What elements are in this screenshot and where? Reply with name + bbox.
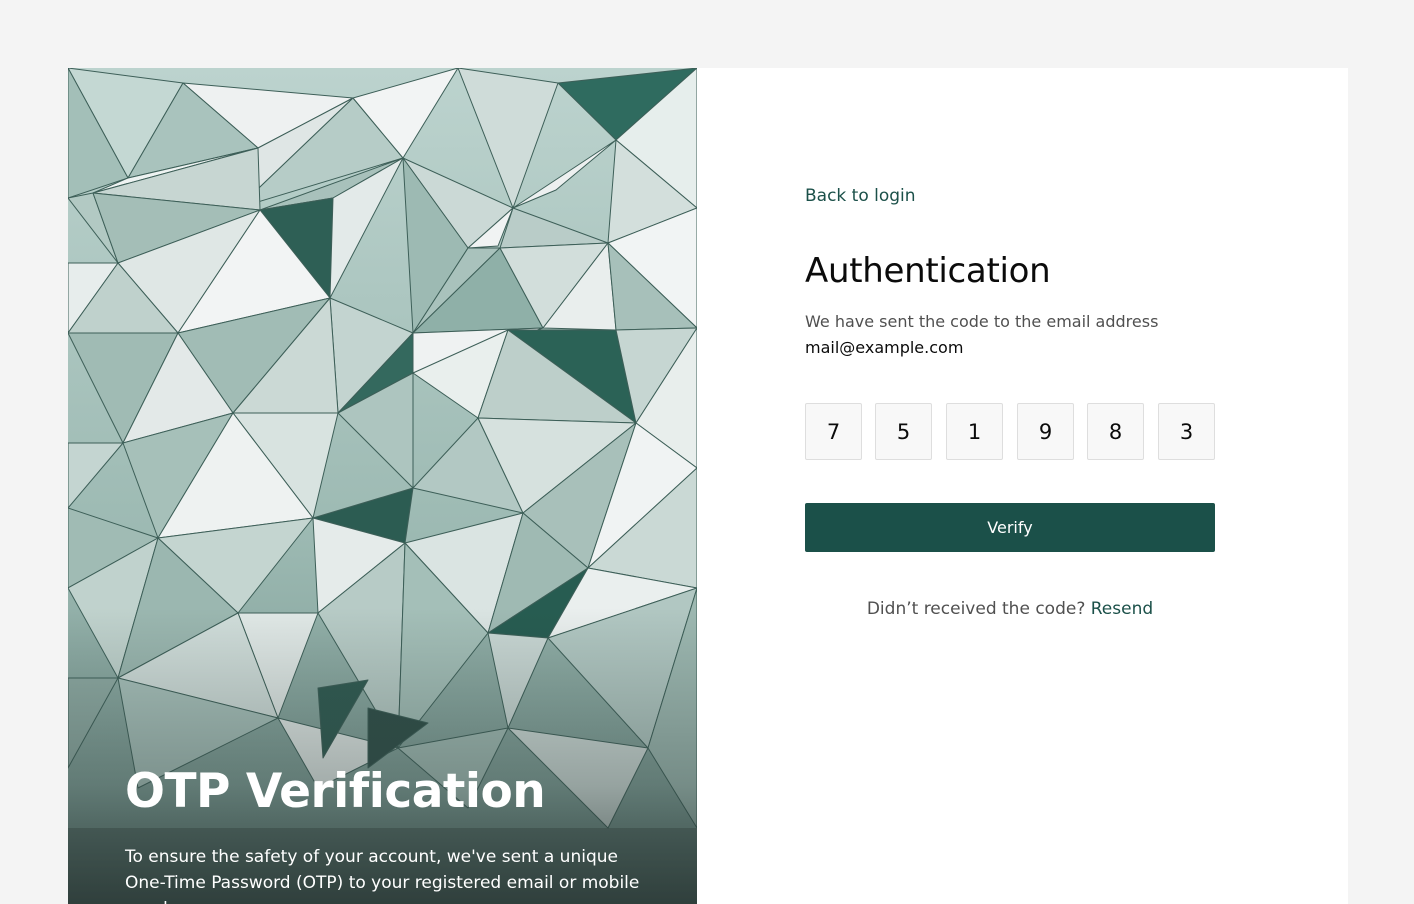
otp-digit-1[interactable] (805, 403, 862, 460)
otp-digit-3[interactable] (946, 403, 1003, 460)
otp-digit-2[interactable] (875, 403, 932, 460)
otp-digit-5[interactable] (1087, 403, 1144, 460)
otp-digit-6[interactable] (1158, 403, 1215, 460)
resend-link[interactable]: Resend (1091, 599, 1153, 619)
verify-button[interactable]: Verify (805, 503, 1215, 552)
page-title: Authentication (805, 251, 1051, 291)
resend-question: Didn’t received the code? (866, 599, 1086, 619)
code-sent-message: We have sent the code to the email addre… (805, 312, 1159, 331)
hero-panel: OTP Verification To ensure the safety of… (68, 68, 697, 904)
auth-form: Back to login Authentication We have sen… (805, 68, 1215, 904)
hero-description: To ensure the safety of your account, we… (125, 847, 640, 904)
hero-title: OTP Verification (125, 764, 546, 819)
otp-input-group (805, 403, 1215, 460)
resend-prompt: Didn’t received the code? Resend (805, 596, 1215, 622)
otp-digit-4[interactable] (1017, 403, 1074, 460)
email-address: mail@example.com (805, 338, 964, 357)
back-to-login-link[interactable]: Back to login (805, 183, 916, 209)
auth-card: OTP Verification To ensure the safety of… (68, 68, 1348, 904)
